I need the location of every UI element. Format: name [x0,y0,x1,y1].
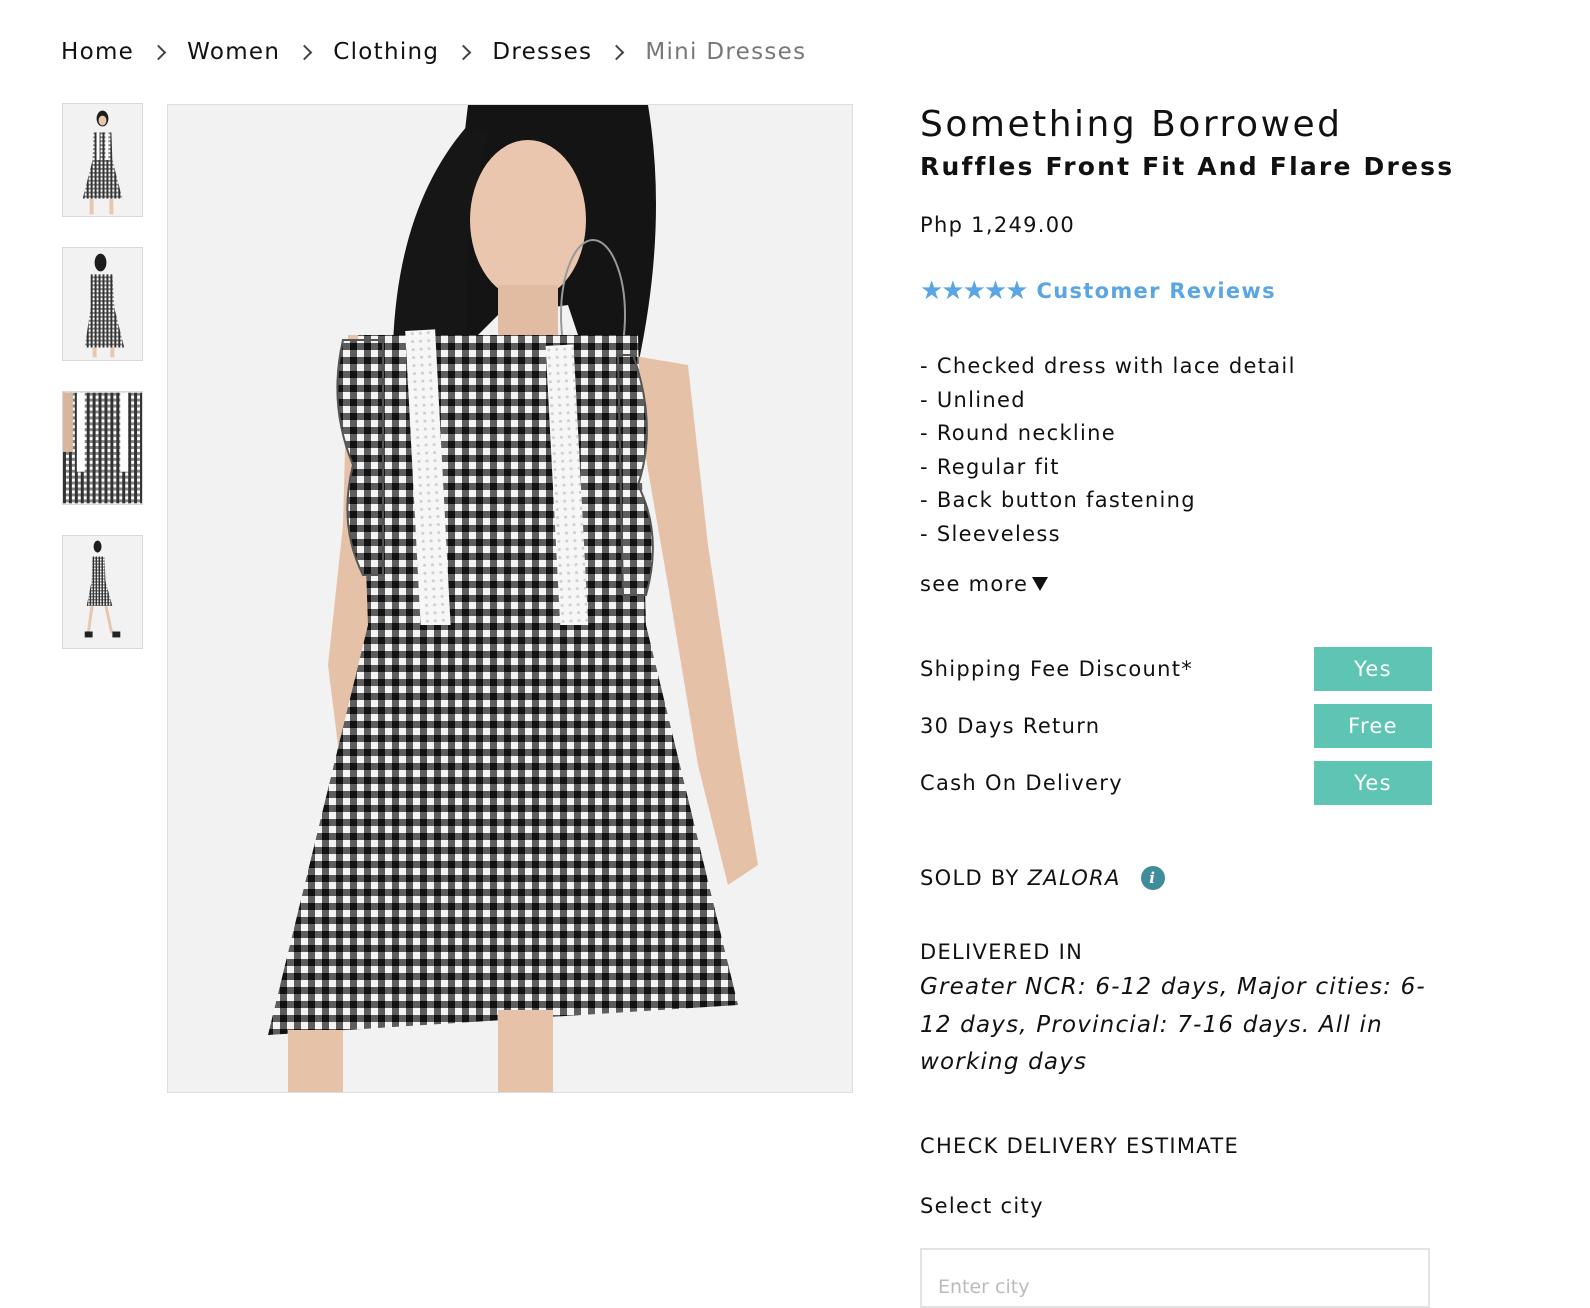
chevron-right-icon [150,44,167,60]
chevron-right-icon [609,44,625,60]
chevron-right-icon [456,44,472,60]
see-more-label: see more [920,572,1029,596]
select-city-label: Select city [920,1194,1044,1218]
feature-badge-return: Free [1314,704,1432,748]
sold-by-label: SOLD BY [920,866,1020,890]
see-more-toggle[interactable]: see more [920,572,1049,596]
feature-label-cod: Cash On Delivery [920,771,1123,795]
seller-name: ZALORA [1027,866,1121,890]
chevron-right-icon [296,44,313,60]
description-item: - Round neckline [920,421,1117,446]
product-thumbnail-image [63,104,142,216]
breadcrumb-clothing[interactable]: Clothing [333,39,439,65]
breadcrumb-dresses[interactable]: Dresses [492,39,592,65]
thumbnail-1[interactable] [62,103,143,217]
product-brand[interactable]: Something Borrowed [920,104,1343,145]
product-name: Ruffles Front Fit And Flare Dress [920,152,1455,181]
feature-badge-shipping: Yes [1314,647,1432,691]
product-thumbnail-image [63,392,142,504]
feature-label-shipping: Shipping Fee Discount* [920,657,1194,681]
delivered-in-title: DELIVERED IN [920,940,1084,964]
product-thumbnail-image [63,248,142,360]
breadcrumb-home[interactable]: Home [61,39,134,65]
product-photo [168,105,852,1092]
star-rating-icon: ★★★★★ [920,276,1029,306]
customer-reviews-link[interactable]: ★★★★★ Customer Reviews [920,276,1276,306]
description-item: - Checked dress with lace detail [920,354,1296,378]
city-input[interactable] [920,1248,1430,1308]
breadcrumb-women[interactable]: Women [187,39,280,65]
feature-label-return: 30 Days Return [920,714,1101,738]
product-price: Php 1,249.00 [920,213,1076,237]
description-item: - Regular fit [920,454,1060,479]
check-delivery-title: CHECK DELIVERY ESTIMATE [920,1134,1240,1158]
product-description-list: - Checked dress with lace detail - Unlin… [920,350,1296,552]
customer-reviews-label: Customer Reviews [1036,279,1276,303]
thumbnail-4[interactable] [62,535,143,649]
info-icon[interactable]: i [1140,866,1165,890]
thumbnail-3[interactable] [62,391,143,505]
product-thumbnail-image [63,536,142,648]
sold-by: SOLD BY ZALORA i [920,866,1165,890]
main-product-image[interactable] [167,104,853,1093]
breadcrumb-current: Mini Dresses [645,39,807,65]
description-item: - Sleeveless [920,521,1061,546]
thumbnail-2[interactable] [62,247,143,361]
description-item: - Unlined [920,387,1026,412]
breadcrumb: Home Women Clothing Dresses Mini Dresses [61,36,806,68]
delivery-times: Greater NCR: 6-12 days, Major cities: 6-… [920,974,1426,1075]
feature-badge-cod: Yes [1314,761,1432,805]
caret-down-icon [1032,577,1049,591]
description-item: - Back button fastening [920,488,1196,513]
